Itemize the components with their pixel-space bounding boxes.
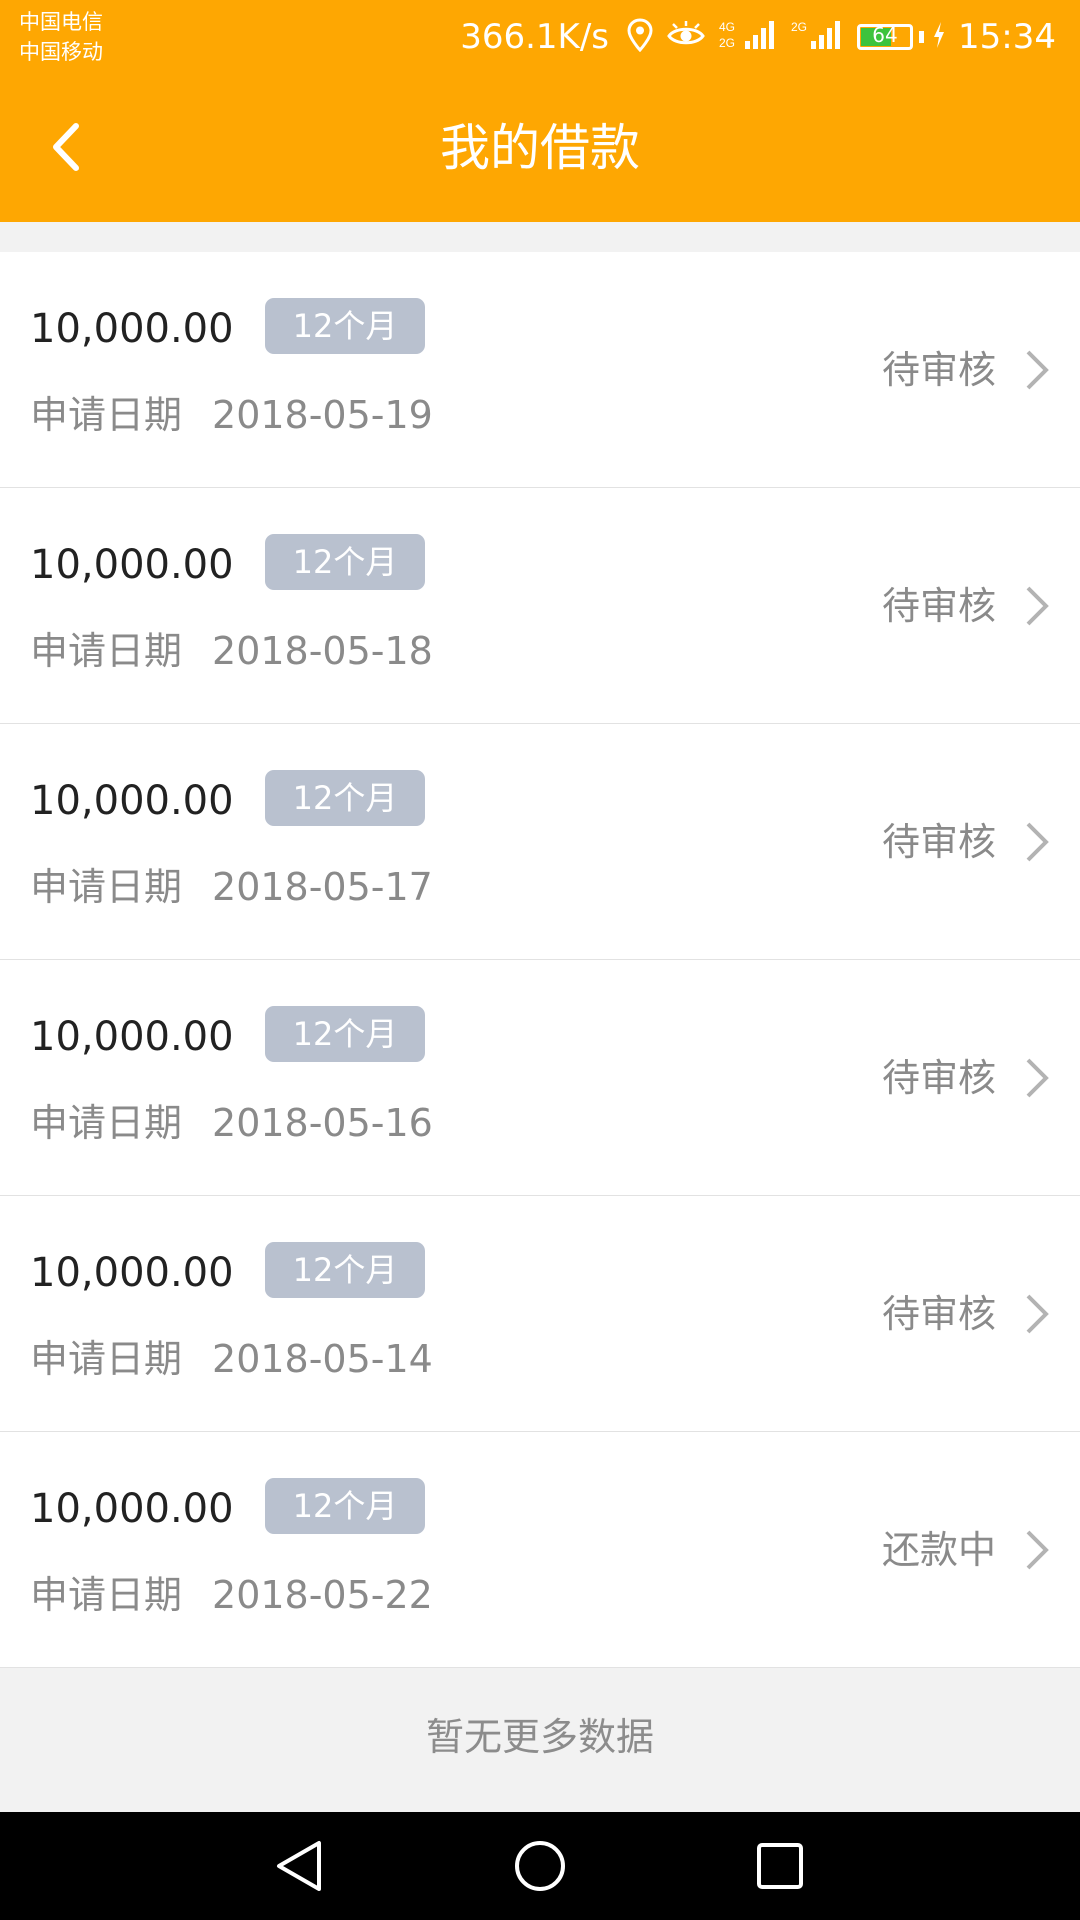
apply-date: 申请日期 2018-05-14 [30,1334,433,1384]
nav-recents-button[interactable] [746,1832,814,1900]
eye-icon [667,20,705,54]
loan-item[interactable]: 10,000.00 12个月 申请日期 2018-05-14 待审核 [0,1196,1080,1432]
network-badge-2: 2G [719,36,735,50]
apply-date-label: 申请日期 [30,629,183,673]
title-bar: 我的借款 [0,74,1080,222]
term-badge: 12个月 [265,298,425,354]
apply-date-value: 2018-05-17 [212,865,433,909]
loan-item[interactable]: 10,000.00 12个月 申请日期 2018-05-18 待审核 [0,488,1080,724]
nav-back-button[interactable] [266,1832,334,1900]
status-indicators: 366.1K/s 4G 2G 2G 64 15:34 [460,14,1056,60]
chevron-right-icon [1026,586,1049,626]
term-badge: 12个月 [265,1006,425,1062]
system-nav-bar [0,1812,1080,1920]
chevron-right-icon [1026,1058,1049,1098]
apply-date-label: 申请日期 [30,1573,183,1617]
carrier-2: 中国移动 [19,40,103,64]
apply-date-value: 2018-05-18 [212,629,433,673]
loan-item[interactable]: 10,000.00 12个月 申请日期 2018-05-22 还款中 [0,1432,1080,1668]
apply-date: 申请日期 2018-05-22 [30,1570,433,1620]
apply-date-value: 2018-05-19 [212,393,433,437]
battery-level: 64 [872,23,898,47]
loan-item[interactable]: 10,000.00 12个月 申请日期 2018-05-17 待审核 [0,724,1080,960]
loan-amount: 10,000.00 [30,1486,234,1532]
network-badge-3: 2G [791,20,807,34]
apply-date-value: 2018-05-16 [212,1101,433,1145]
chevron-right-icon [1026,822,1049,862]
home-circle-icon [515,1841,565,1891]
loan-amount: 10,000.00 [30,306,234,352]
location-icon [627,18,653,56]
apply-date-label: 申请日期 [30,1101,183,1145]
apply-date: 申请日期 2018-05-18 [30,626,433,676]
term-badge: 12个月 [265,1478,425,1534]
apply-date-label: 申请日期 [30,1337,183,1381]
term-badge: 12个月 [265,1242,425,1298]
network-speed: 366.1K/s [460,17,610,57]
loan-status: 待审核 [881,348,996,392]
loan-list: 10,000.00 12个月 申请日期 2018-05-19 待审核 10,000… [0,252,1080,1668]
loan-status: 还款中 [881,1528,996,1572]
recents-square-icon [757,1843,803,1889]
apply-date-label: 申请日期 [30,393,183,437]
loan-status: 待审核 [881,820,996,864]
loan-status: 待审核 [881,1056,996,1100]
chevron-right-icon [1026,1294,1049,1334]
loan-amount: 10,000.00 [30,1014,234,1060]
loan-status: 待审核 [881,584,996,628]
no-more-data-text: 暂无更多数据 [425,1715,654,1759]
apply-date: 申请日期 2018-05-17 [30,862,433,912]
loan-item[interactable]: 10,000.00 12个月 申请日期 2018-05-16 待审核 [0,960,1080,1196]
loan-amount: 10,000.00 [30,542,234,588]
status-bar: 中国电信 中国移动 366.1K/s 4G 2G 2G 64 15:34 [0,0,1080,74]
carrier-1: 中国电信 [19,10,103,34]
carrier-names: 中国电信 中国移动 [19,7,103,67]
signal-icon: 2G [791,19,843,55]
chevron-right-icon [1026,1530,1049,1570]
apply-date: 申请日期 2018-05-19 [30,390,433,440]
term-badge: 12个月 [265,534,425,590]
battery-tip [919,31,925,43]
page-title: 我的借款 [440,119,640,177]
loan-amount: 10,000.00 [30,1250,234,1296]
loan-status: 待审核 [881,1292,996,1336]
back-triangle-icon [277,1841,321,1891]
battery-icon: 64 [857,23,914,50]
loan-amount: 10,000.00 [30,778,234,824]
network-badge-1: 4G [719,20,735,34]
apply-date-value: 2018-05-22 [212,1573,433,1617]
apply-date: 申请日期 2018-05-16 [30,1098,433,1148]
charging-icon [932,21,946,53]
nav-home-button[interactable] [506,1832,574,1900]
chevron-right-icon [1026,350,1049,390]
apply-date-value: 2018-05-14 [212,1337,433,1381]
loan-item[interactable]: 10,000.00 12个月 申请日期 2018-05-19 待审核 [0,252,1080,488]
apply-date-label: 申请日期 [30,865,183,909]
term-badge: 12个月 [265,770,425,826]
app-header: 中国电信 中国移动 366.1K/s 4G 2G 2G 64 15:34 我的借… [0,0,1080,222]
clock: 15:34 [958,17,1056,57]
signal-icon: 4G 2G [719,19,777,55]
